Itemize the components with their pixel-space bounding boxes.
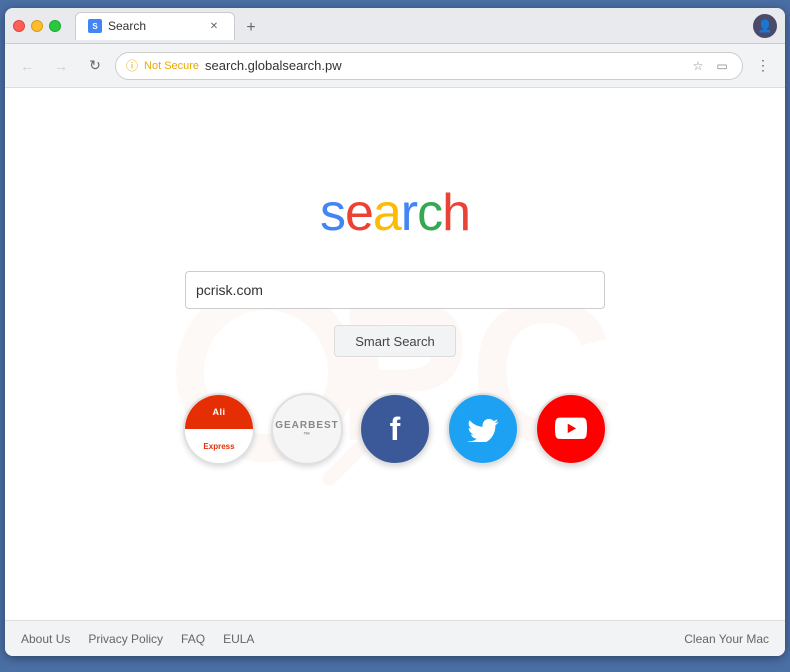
cast-button[interactable]: ▭: [712, 56, 732, 76]
aliexpress-link[interactable]: Ali Express: [183, 393, 255, 465]
footer: About Us Privacy Policy FAQ EULA Clean Y…: [5, 620, 785, 656]
footer-about-link[interactable]: About Us: [21, 632, 70, 646]
maximize-window-button[interactable]: [49, 20, 61, 32]
youtube-link[interactable]: [535, 393, 607, 465]
title-bar: S Search ✕ + 👤: [5, 8, 785, 44]
footer-links: About Us Privacy Policy FAQ EULA: [21, 632, 254, 646]
logo-letter-c: c: [417, 184, 442, 242]
logo-letter-r: r: [401, 184, 417, 242]
aliexpress-top: Ali: [185, 395, 253, 429]
back-button[interactable]: ←: [13, 52, 41, 80]
tab-favicon: S: [88, 19, 102, 33]
footer-privacy-link[interactable]: Privacy Policy: [88, 632, 163, 646]
gearbest-sub: ™: [303, 432, 311, 439]
search-input-wrapper: [185, 271, 605, 309]
close-window-button[interactable]: [13, 20, 25, 32]
active-tab[interactable]: S Search ✕: [75, 12, 235, 40]
social-links: Ali Express GEARBEST ™ f: [183, 393, 607, 465]
profile-button[interactable]: 👤: [753, 14, 777, 38]
twitter-link[interactable]: [447, 393, 519, 465]
address-bar[interactable]: ⓘ Not Secure search.globalsearch.pw ☆ ▭: [115, 52, 743, 80]
reload-button[interactable]: ↻: [81, 52, 109, 80]
tab-title: Search: [108, 19, 200, 33]
gearbest-name: GEARBEST: [275, 420, 339, 431]
gearbest-link[interactable]: GEARBEST ™: [271, 393, 343, 465]
logo-letter-h: h: [442, 184, 470, 242]
reload-icon: ↻: [89, 57, 101, 74]
tabs-area: S Search ✕ +: [71, 12, 753, 40]
logo-letter-a: a: [373, 184, 401, 242]
youtube-play-icon: [555, 417, 587, 441]
forward-icon: →: [54, 58, 68, 74]
aliexpress-bottom: Express: [185, 429, 253, 463]
facebook-link[interactable]: f: [359, 393, 431, 465]
traffic-lights: [13, 20, 61, 32]
search-logo: search: [320, 183, 470, 243]
search-area: search Smart Search Ali Express GEARBEST: [5, 88, 785, 620]
facebook-icon: f: [390, 411, 401, 448]
nav-right-actions: ⋮: [749, 52, 777, 80]
bookmark-button[interactable]: ☆: [688, 56, 708, 76]
logo-letter-e: e: [345, 184, 373, 242]
back-icon: ←: [20, 58, 34, 74]
menu-button[interactable]: ⋮: [749, 52, 777, 80]
smart-search-button[interactable]: Smart Search: [334, 325, 455, 357]
nav-bar: ← → ↻ ⓘ Not Secure search.globalsearch.p…: [5, 44, 785, 88]
footer-faq-link[interactable]: FAQ: [181, 632, 205, 646]
address-actions: ☆ ▭: [688, 56, 732, 76]
browser-window: S Search ✕ + 👤 ← → ↻ ⓘ Not Secure search…: [5, 8, 785, 656]
forward-button[interactable]: →: [47, 52, 75, 80]
not-secure-label: Not Secure: [144, 60, 199, 72]
minimize-window-button[interactable]: [31, 20, 43, 32]
twitter-bird-icon: [467, 416, 499, 442]
search-input[interactable]: [196, 282, 594, 298]
url-text: search.globalsearch.pw: [205, 58, 682, 73]
new-tab-button[interactable]: +: [239, 16, 263, 40]
footer-eula-link[interactable]: EULA: [223, 632, 254, 646]
tab-close-button[interactable]: ✕: [206, 18, 222, 34]
logo-letter-s: s: [320, 184, 345, 242]
footer-clean-mac[interactable]: Clean Your Mac: [684, 632, 769, 646]
page-content: PC search Smart Search Ali Express: [5, 88, 785, 656]
security-icon: ⓘ: [126, 57, 138, 74]
